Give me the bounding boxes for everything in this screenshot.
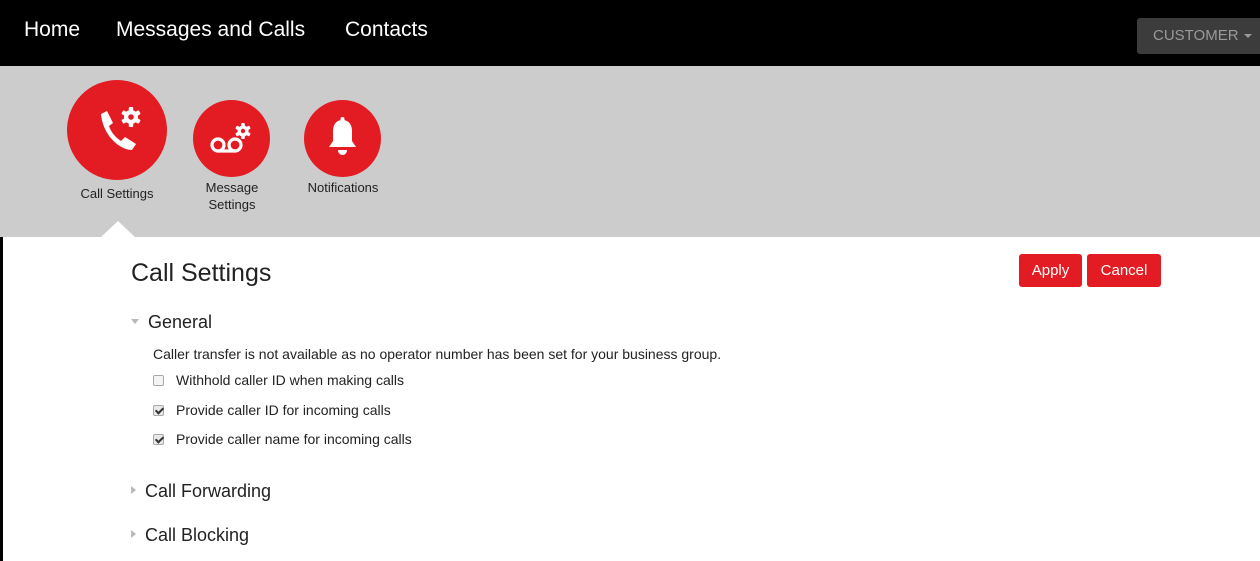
message-settings-circle [193, 100, 270, 177]
section-call-forwarding-header[interactable]: Call Forwarding [131, 481, 271, 502]
section-call-forwarding-title: Call Forwarding [145, 481, 272, 501]
caret-down-icon [131, 318, 139, 324]
apply-button[interactable]: Apply [1019, 254, 1082, 287]
top-nav-bar: Home Messages and Calls Contacts CUSTOME… [0, 0, 1260, 66]
caret-right-icon [131, 530, 136, 539]
page-title: Call Settings [131, 259, 272, 287]
voicemail-gear-icon [210, 123, 251, 153]
tile-call-settings[interactable]: Call Settings [62, 80, 172, 205]
call-settings-circle [67, 80, 167, 180]
section-general-title: General [148, 312, 213, 332]
active-tile-pointer [101, 221, 135, 237]
caret-right-icon [131, 486, 136, 495]
notifications-circle [304, 100, 381, 177]
withhold-caller-id-checkbox[interactable] [153, 375, 164, 386]
settings-icon-bar [0, 66, 1260, 237]
account-menu-label: CUSTOMER [1153, 27, 1239, 44]
provide-caller-name-label[interactable]: Provide caller name for incoming calls [176, 431, 412, 447]
phone-gear-icon [101, 107, 141, 150]
withhold-caller-id-label[interactable]: Withhold caller ID when making calls [176, 372, 404, 388]
provide-caller-id-checkbox[interactable] [153, 405, 164, 416]
nav-contacts[interactable]: Contacts [345, 18, 428, 42]
cancel-button[interactable]: Cancel [1087, 254, 1161, 287]
tile-message-settings[interactable]: Message Settings [190, 100, 274, 215]
tile-notifications-label: Notifications [307, 180, 379, 195]
caller-transfer-info: Caller transfer is not available as no o… [153, 346, 722, 362]
section-general-header[interactable]: General [131, 312, 212, 333]
bell-icon [329, 117, 356, 155]
tile-notifications[interactable]: Notifications [292, 100, 394, 200]
nav-home[interactable]: Home [24, 18, 80, 42]
tile-call-settings-label: Call Settings [80, 186, 154, 201]
nav-messages-and-calls[interactable]: Messages and Calls [116, 18, 305, 42]
provide-caller-name-checkbox[interactable] [153, 434, 164, 445]
provide-caller-id-label[interactable]: Provide caller ID for incoming calls [176, 402, 391, 418]
chevron-down-icon [1243, 34, 1252, 39]
left-border [0, 237, 3, 561]
section-call-blocking-title: Call Blocking [145, 525, 250, 545]
section-call-blocking-header[interactable]: Call Blocking [131, 525, 249, 546]
account-menu-button[interactable]: CUSTOMER [1137, 18, 1260, 54]
tile-message-settings-label: Message Settings [205, 180, 259, 212]
